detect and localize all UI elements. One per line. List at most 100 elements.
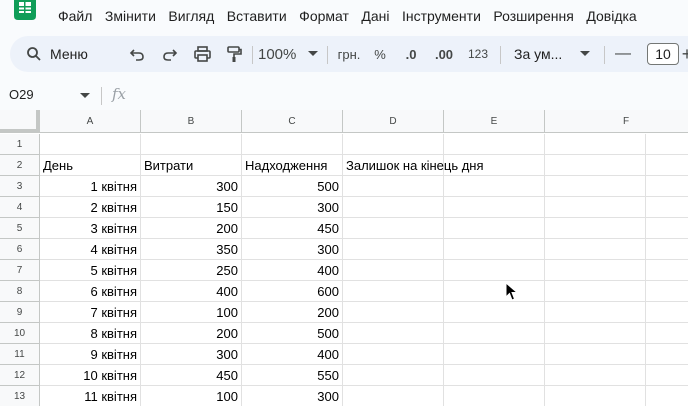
row-header[interactable]: 6 (0, 239, 40, 260)
cell[interactable] (646, 239, 688, 260)
undo-button[interactable] (125, 36, 149, 72)
cell[interactable]: 500 (242, 176, 343, 197)
row-header[interactable]: 4 (0, 197, 40, 218)
cell[interactable]: Надходження (242, 155, 343, 176)
cell[interactable]: 8 квітня (40, 323, 141, 344)
cell[interactable]: 3 квітня (40, 218, 141, 239)
column-header-e[interactable]: E (444, 110, 545, 133)
column-header-d[interactable]: D (343, 110, 444, 133)
cell[interactable] (444, 134, 545, 155)
menu-item[interactable]: Довідка (586, 6, 636, 26)
cell[interactable] (545, 302, 646, 323)
cell[interactable]: 2 квітня (40, 197, 141, 218)
cell[interactable] (545, 281, 646, 302)
cell[interactable] (444, 344, 545, 365)
select-all-corner[interactable] (0, 110, 40, 133)
row-header[interactable]: 8 (0, 281, 40, 302)
cell[interactable]: 300 (242, 239, 343, 260)
cell[interactable]: Витрати (141, 155, 242, 176)
cell[interactable]: День (40, 155, 141, 176)
percent-format-button[interactable]: % (370, 36, 390, 72)
menu-item[interactable]: Файл (58, 6, 92, 26)
cell[interactable]: 100 (141, 302, 242, 323)
chevron-down-icon[interactable] (80, 93, 90, 99)
cell[interactable] (545, 134, 646, 155)
menu-item[interactable]: Вставити (227, 6, 287, 26)
row-header[interactable]: 13 (0, 386, 40, 406)
cell[interactable] (646, 176, 688, 197)
cell[interactable]: 250 (141, 260, 242, 281)
cell[interactable] (646, 197, 688, 218)
menu-item[interactable]: Формат (299, 6, 349, 26)
cell[interactable]: 150 (141, 197, 242, 218)
cell[interactable] (646, 323, 688, 344)
paint-format-button[interactable] (222, 36, 246, 72)
cell[interactable]: 10 квітня (40, 365, 141, 386)
row-header[interactable]: 5 (0, 218, 40, 239)
cell[interactable]: 100 (141, 386, 242, 406)
cell[interactable] (646, 386, 688, 406)
column-header-a[interactable]: A (40, 110, 141, 133)
row-header[interactable]: 11 (0, 344, 40, 365)
cell[interactable] (646, 134, 688, 155)
menu-item[interactable]: Розширення (493, 6, 573, 26)
name-box[interactable]: O29 (9, 87, 34, 102)
cell[interactable] (343, 281, 444, 302)
cell[interactable] (40, 134, 141, 155)
font-select[interactable]: За ум... (506, 36, 596, 72)
cell[interactable] (343, 302, 444, 323)
redo-button[interactable] (158, 36, 182, 72)
menu-item[interactable]: Інструменти (402, 6, 481, 26)
cell[interactable]: 450 (242, 218, 343, 239)
cell[interactable] (444, 197, 545, 218)
row-header[interactable]: 2 (0, 155, 40, 176)
row-header[interactable]: 10 (0, 323, 40, 344)
cell[interactable] (444, 386, 545, 406)
zoom-select[interactable]: 100% (256, 36, 322, 72)
cell[interactable] (444, 323, 545, 344)
cell[interactable]: 550 (242, 365, 343, 386)
cell[interactable]: 600 (242, 281, 343, 302)
cell[interactable]: 300 (141, 176, 242, 197)
cell[interactable]: 500 (242, 323, 343, 344)
cell[interactable] (646, 260, 688, 281)
cell[interactable] (646, 302, 688, 323)
cell[interactable] (343, 344, 444, 365)
cell[interactable]: Залишок на кінець дня (343, 155, 484, 176)
cell[interactable] (343, 386, 444, 406)
cell[interactable] (545, 260, 646, 281)
row-header[interactable]: 7 (0, 260, 40, 281)
cell[interactable]: 200 (141, 218, 242, 239)
more-formats-button[interactable]: 123 (464, 36, 492, 72)
cell[interactable]: 300 (242, 197, 343, 218)
search-menus-button[interactable]: Меню (16, 36, 116, 72)
cell[interactable] (646, 281, 688, 302)
cell[interactable] (545, 218, 646, 239)
cell[interactable] (343, 260, 444, 281)
cell[interactable] (545, 344, 646, 365)
cell[interactable] (646, 344, 688, 365)
cell[interactable] (545, 365, 646, 386)
sheets-logo-icon[interactable] (12, 0, 38, 20)
increase-font-size-button[interactable]: + (682, 36, 688, 72)
cell[interactable]: 200 (242, 302, 343, 323)
cell[interactable]: 200 (141, 323, 242, 344)
print-button[interactable] (190, 36, 214, 72)
menu-item[interactable]: Вигляд (168, 6, 214, 26)
cell[interactable] (444, 365, 545, 386)
increase-decimal-button[interactable]: .00 (430, 36, 458, 72)
cell[interactable] (343, 176, 444, 197)
row-header[interactable]: 12 (0, 365, 40, 386)
cell[interactable] (545, 323, 646, 344)
cell[interactable]: 6 квітня (40, 281, 141, 302)
cell[interactable] (646, 155, 688, 176)
column-header-b[interactable]: B (141, 110, 242, 133)
cell[interactable] (141, 134, 242, 155)
cell[interactable]: 300 (242, 386, 343, 406)
cell[interactable] (343, 239, 444, 260)
cell[interactable]: 1 квітня (40, 176, 141, 197)
cell[interactable]: 11 квітня (40, 386, 141, 406)
cell[interactable] (545, 386, 646, 406)
cell[interactable] (444, 302, 545, 323)
cell[interactable] (343, 218, 444, 239)
